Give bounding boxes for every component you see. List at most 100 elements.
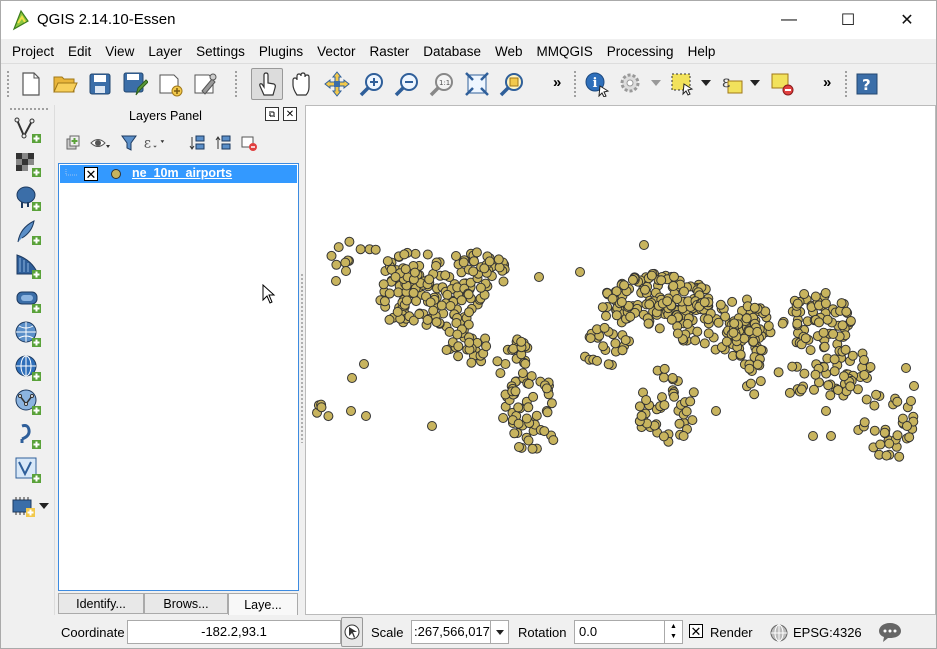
close-panel-button[interactable]: ✕ — [283, 107, 297, 121]
composer-manager-button[interactable] — [189, 68, 221, 100]
coordinate-field[interactable]: -182.2,93.1 — [127, 620, 341, 644]
select-by-expression-button[interactable]: ε — [716, 68, 748, 100]
add-virtual-layer-button[interactable] — [13, 455, 43, 485]
add-wcs-layer-button[interactable] — [13, 353, 43, 383]
rotation-spinner[interactable]: ▲ ▼ — [665, 620, 683, 644]
add-vector-layer-button[interactable] — [13, 115, 43, 145]
toolbar-overflow-button[interactable]: » — [553, 74, 561, 91]
menu-vector[interactable]: Vector — [310, 41, 362, 63]
menu-layer[interactable]: Layer — [141, 41, 189, 63]
airport-point — [685, 396, 696, 407]
identify-button[interactable]: i — [581, 68, 613, 100]
layer-tree-item[interactable]: ✕ ne_10m_airports — [60, 165, 297, 183]
map-canvas[interactable] — [305, 105, 936, 615]
tab-layers[interactable]: Laye... — [228, 593, 298, 615]
crs-globe-icon[interactable] — [769, 623, 789, 643]
render-checkbox[interactable]: ✕ — [689, 624, 703, 638]
remove-layer-button[interactable] — [237, 131, 261, 155]
menu-project[interactable]: Project — [5, 41, 61, 63]
airport-point — [721, 336, 732, 347]
airport-point — [729, 318, 740, 329]
menu-settings[interactable]: Settings — [189, 41, 252, 63]
float-panel-button[interactable]: ⧉ — [265, 107, 279, 121]
menu-processing[interactable]: Processing — [600, 41, 681, 63]
new-project-button[interactable] — [15, 68, 47, 100]
add-mssql-layer-button[interactable] — [13, 251, 43, 281]
filter-by-expression-button[interactable]: ε — [143, 131, 167, 155]
airport-point — [408, 287, 419, 298]
menu-view[interactable]: View — [98, 41, 141, 63]
tab-identify[interactable]: Identify... — [58, 593, 144, 614]
zoom-in-button[interactable] — [356, 68, 388, 100]
scale-field[interactable]: :267,566,017 — [411, 620, 491, 644]
add-spatialite-layer-button[interactable] — [13, 217, 43, 247]
airport-point — [592, 355, 602, 366]
menu-plugins[interactable]: Plugins — [252, 41, 310, 63]
toolbar-handle[interactable] — [6, 70, 10, 98]
collapse-all-button[interactable] — [211, 131, 235, 155]
add-delimited-text-layer-button[interactable] — [13, 421, 43, 451]
add-oracle-layer-button[interactable] — [13, 285, 43, 315]
zoom-to-selection-button[interactable] — [496, 68, 528, 100]
add-group-button[interactable] — [61, 131, 85, 155]
crs-label[interactable]: EPSG:4326 — [793, 625, 862, 640]
save-as-button[interactable] — [119, 68, 151, 100]
toolbar-handle[interactable] — [573, 70, 577, 98]
tab-browser[interactable]: Brows... — [144, 593, 228, 614]
maximize-button[interactable]: ☐ — [825, 1, 871, 39]
toggle-extents-button[interactable] — [341, 617, 363, 647]
zoom-full-button[interactable] — [461, 68, 493, 100]
pan-to-selection-button[interactable] — [321, 68, 353, 100]
manage-layers-toolbar — [1, 105, 55, 615]
add-wfs-layer-button[interactable] — [13, 387, 43, 417]
add-raster-layer-button[interactable] — [13, 149, 43, 179]
save-project-button[interactable] — [84, 68, 116, 100]
airport-point — [611, 310, 622, 321]
zoom-native-button[interactable]: 1:1 — [426, 68, 458, 100]
touch-zoom-pan-button[interactable] — [251, 68, 283, 100]
filter-legend-button[interactable] — [117, 131, 141, 155]
add-postgis-layer-button[interactable] — [13, 183, 43, 213]
menu-database[interactable]: Database — [416, 41, 488, 63]
close-button[interactable]: ✕ — [884, 1, 930, 39]
close-icon: ✕ — [900, 12, 914, 29]
minimize-button[interactable]: — — [766, 1, 812, 39]
run-feature-action-button[interactable] — [615, 68, 647, 100]
airport-point — [658, 372, 669, 383]
rotation-field[interactable]: 0.0 — [574, 620, 665, 644]
airport-point — [728, 327, 739, 338]
messages-icon[interactable] — [878, 621, 902, 643]
toolbar-handle[interactable] — [234, 70, 238, 98]
expression-dropdown-arrow[interactable] — [750, 80, 760, 86]
open-project-button[interactable] — [49, 68, 81, 100]
deselect-button[interactable] — [766, 68, 798, 100]
zoom-out-button[interactable] — [391, 68, 423, 100]
select-dropdown-arrow[interactable] — [701, 80, 711, 86]
select-features-button[interactable] — [666, 68, 698, 100]
expand-all-button[interactable] — [185, 131, 209, 155]
toolbar-handle[interactable] — [844, 70, 848, 98]
add-wms-layer-button[interactable] — [13, 319, 43, 349]
manage-visibility-button[interactable] — [89, 131, 113, 155]
help-button[interactable]: ? — [851, 68, 883, 100]
menu-raster[interactable]: Raster — [362, 41, 416, 63]
title-bar: QGIS 2.14.10-Essen — ☐ ✕ — [1, 1, 936, 39]
pan-map-button[interactable] — [286, 68, 318, 100]
menu-web[interactable]: Web — [488, 41, 530, 63]
panel-splitter[interactable] — [300, 273, 304, 443]
toolbar-overflow-button-2[interactable]: » — [823, 74, 831, 91]
new-layer-dropdown-arrow[interactable] — [39, 503, 49, 509]
menu-mmqgis[interactable]: MMQGIS — [530, 41, 600, 63]
layer-visibility-checkbox[interactable]: ✕ — [84, 167, 98, 181]
toolbar-handle[interactable] — [9, 107, 49, 111]
new-print-composer-button[interactable] — [154, 68, 186, 100]
airport-point — [787, 361, 798, 372]
menu-edit[interactable]: Edit — [61, 41, 98, 63]
action-dropdown-arrow[interactable] — [651, 80, 661, 86]
layer-tree[interactable]: ✕ ne_10m_airports — [58, 163, 299, 591]
scale-dropdown-button[interactable] — [491, 620, 509, 644]
layers-panel-titlebar[interactable]: Layers Panel ⧉ ✕ — [57, 105, 301, 127]
new-shapefile-layer-button[interactable] — [9, 491, 39, 521]
zoom-native-icon: 1:1 — [429, 73, 453, 97]
menu-help[interactable]: Help — [681, 41, 723, 63]
